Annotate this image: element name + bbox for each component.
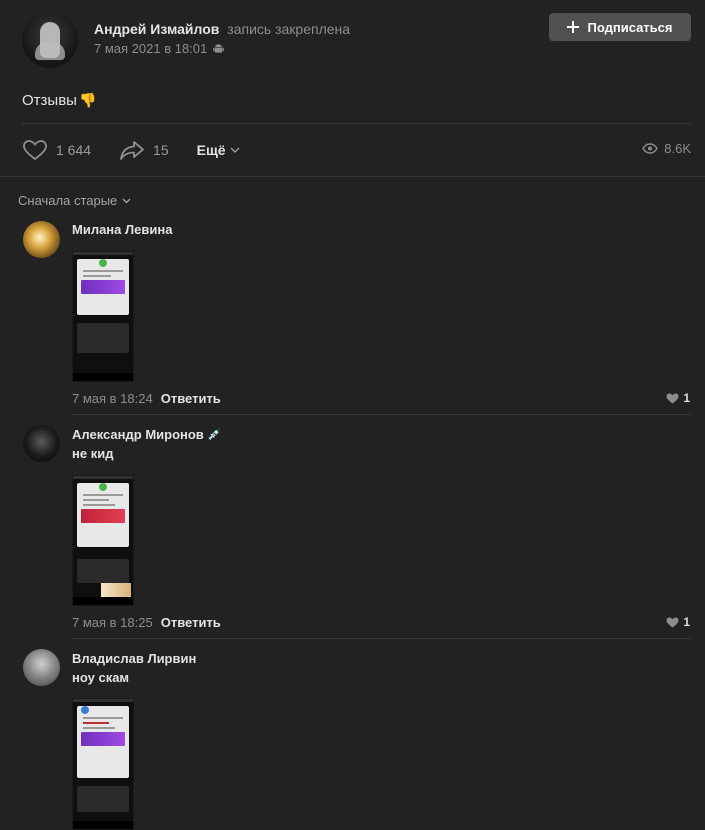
android-icon: [213, 44, 225, 53]
plus-icon: [567, 21, 580, 33]
comment-avatar[interactable]: [23, 649, 60, 686]
eye-icon: [642, 143, 659, 154]
views-counter: 8.6K: [642, 141, 691, 156]
comment-like-button[interactable]: 1: [666, 391, 690, 405]
more-label: Ещё: [196, 142, 226, 158]
divider: [0, 176, 705, 177]
chevron-down-icon: [230, 147, 240, 153]
post-text: Отзывы 👎: [22, 92, 96, 109]
comment-avatar[interactable]: [23, 221, 60, 258]
post-actions: 1 644 15 Ещё: [22, 138, 240, 162]
views-count: 8.6K: [664, 141, 691, 156]
share-button[interactable]: 15: [119, 139, 169, 161]
like-button[interactable]: 1 644: [22, 139, 91, 161]
share-icon: [120, 141, 144, 160]
sort-label: Сначала старые: [18, 193, 118, 208]
comment-author-name: Александр Миронов: [72, 427, 204, 442]
like-count: 1 644: [56, 142, 92, 158]
comment-text: не кид: [72, 446, 114, 461]
comment-author[interactable]: Александр Миронов 💉: [72, 427, 222, 442]
syringe-emoji: 💉: [207, 429, 222, 441]
comment-avatar[interactable]: [23, 425, 60, 462]
sort-dropdown[interactable]: Сначала старые: [18, 193, 131, 208]
subscribe-button[interactable]: Подписаться: [549, 13, 691, 41]
post-author-line: Андрей Измайлов запись закреплена: [94, 21, 350, 37]
comment-time[interactable]: 7 мая в 18:24: [72, 391, 153, 406]
comment-time[interactable]: 7 мая в 18:25: [72, 615, 153, 630]
post-author-name[interactable]: Андрей Измайлов: [94, 21, 219, 37]
divider: [72, 638, 691, 639]
heart-icon: [666, 617, 679, 627]
comment-like-button[interactable]: 1: [666, 615, 690, 629]
comment-text: ноу скам: [72, 670, 130, 685]
pinned-label: запись закреплена: [227, 21, 351, 37]
comment-author-name: Владислав Лирвин: [72, 651, 197, 666]
comment-like-count: 1: [683, 391, 690, 405]
comment-author[interactable]: Милана Левина: [72, 222, 172, 237]
comment-author[interactable]: Владислав Лирвин: [72, 651, 196, 666]
comment-meta: 7 мая в 18:25 Ответить: [72, 615, 221, 630]
comment-image[interactable]: [72, 251, 134, 382]
comment-image[interactable]: [72, 475, 134, 606]
comment-meta: 7 мая в 18:24 Ответить: [72, 391, 221, 406]
reply-button[interactable]: Ответить: [161, 391, 221, 406]
subscribe-label: Подписаться: [587, 19, 673, 35]
comment-like-count: 1: [683, 615, 690, 629]
post-date-text[interactable]: 7 мая 2021 в 18:01: [94, 41, 207, 56]
heart-icon: [666, 393, 679, 403]
share-count: 15: [153, 142, 169, 158]
heart-icon: [23, 140, 47, 161]
divider: [22, 123, 691, 124]
comment-image[interactable]: [72, 698, 134, 830]
comment-author-name: Милана Левина: [72, 222, 173, 237]
reply-button[interactable]: Ответить: [161, 615, 221, 630]
chevron-down-icon: [122, 198, 131, 203]
divider: [72, 414, 691, 415]
post-date: 7 мая 2021 в 18:01: [94, 41, 225, 56]
post-text-content: Отзывы: [22, 92, 77, 109]
thumbs-down-emoji: 👎: [78, 92, 97, 108]
post-author-avatar[interactable]: [22, 12, 78, 68]
more-button[interactable]: Ещё: [197, 142, 240, 158]
